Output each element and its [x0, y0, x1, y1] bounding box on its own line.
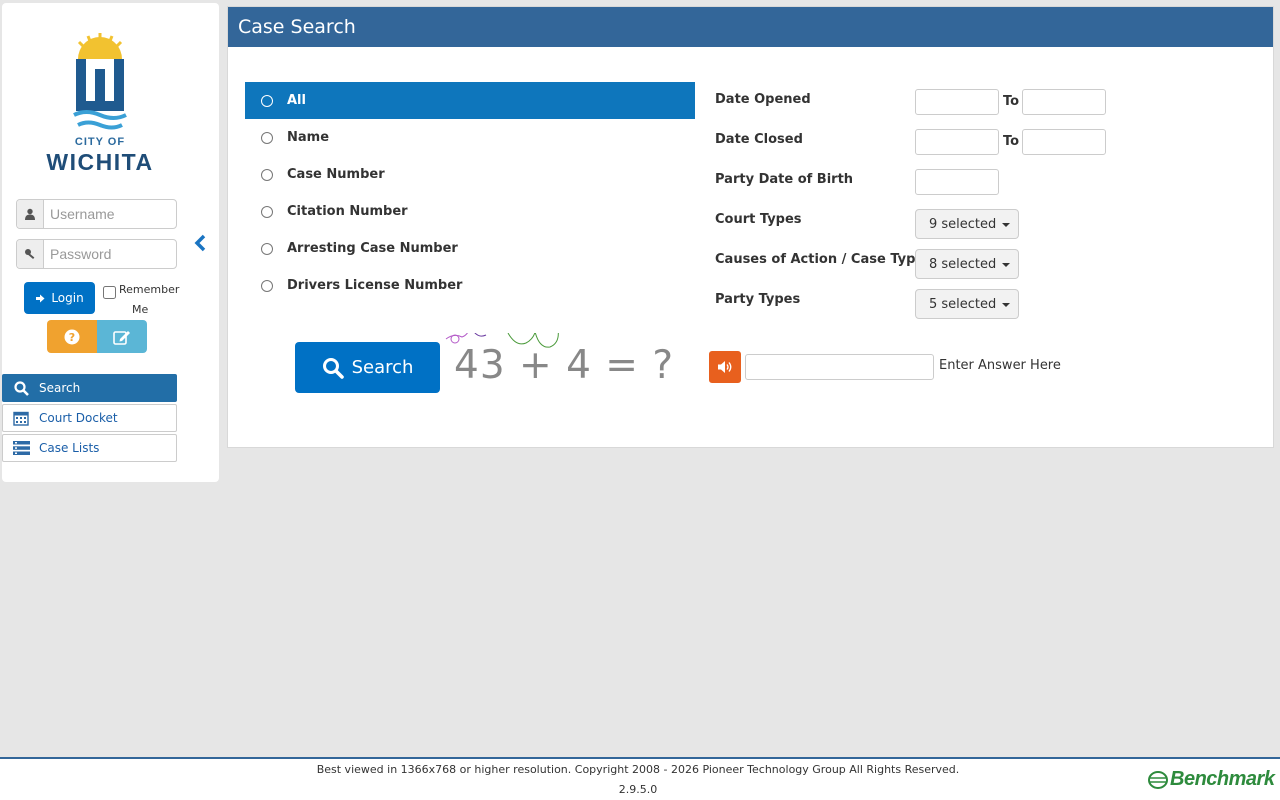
login-button[interactable]: Login: [24, 282, 95, 314]
login-label: Login: [51, 291, 84, 305]
search-type-label: Citation Number: [287, 204, 408, 219]
search-icon: [3, 380, 39, 396]
copyright-text: Best viewed in 1366x768 or higher resolu…: [316, 763, 960, 776]
search-button-label: Search: [351, 357, 414, 378]
username-input[interactable]: [44, 200, 176, 228]
radio-icon: [261, 279, 273, 292]
search-type-label: Arresting Case Number: [287, 241, 458, 256]
date-closed-label: Date Closed: [715, 132, 803, 147]
search-type-label: Drivers License Number: [287, 278, 463, 293]
remember-label-line1: Remember: [119, 283, 180, 296]
search-button[interactable]: Search: [295, 342, 440, 393]
sidebar: CITY OF WICHITA Login Remember Me ? Sear…: [2, 3, 219, 482]
search-type-label: Case Number: [287, 167, 385, 182]
page-title: Case Search: [228, 7, 1273, 47]
captcha-text: 43 + 4 = ?: [454, 343, 675, 388]
nav-case-lists[interactable]: Case Lists: [2, 434, 177, 462]
edit-icon: [113, 330, 130, 345]
party-types-value: 5 selected: [929, 296, 997, 312]
caret-down-icon: [1002, 263, 1011, 267]
date-opened-from-input[interactable]: [915, 89, 999, 115]
court-types-value: 9 selected: [929, 216, 997, 232]
date-closed-from-input[interactable]: [915, 129, 999, 155]
search-type-name[interactable]: Name: [245, 119, 695, 156]
svg-text:?: ?: [69, 331, 75, 344]
search-type-drivers-license[interactable]: Drivers License Number: [245, 267, 695, 304]
footer: Best viewed in 1366x768 or higher resolu…: [0, 757, 1280, 800]
remember-label-line2: Me: [132, 303, 149, 316]
user-icon: [17, 200, 44, 228]
nav-search-label: Search: [39, 381, 81, 395]
date-opened-label: Date Opened: [715, 92, 811, 107]
logo-city-of: CITY OF: [74, 136, 126, 148]
search-icon: [322, 357, 344, 379]
party-types-label: Party Types: [715, 292, 801, 307]
caret-down-icon: [1002, 303, 1011, 307]
volume-icon: [718, 361, 732, 373]
party-dob-input[interactable]: [915, 169, 999, 195]
register-button[interactable]: [97, 320, 147, 353]
causes-dropdown[interactable]: 8 selected: [915, 249, 1019, 279]
radio-icon: [261, 168, 273, 181]
radio-icon: [261, 94, 273, 107]
causes-value: 8 selected: [929, 256, 997, 272]
chevron-left-icon: [194, 234, 206, 252]
search-type-citation-number[interactable]: Citation Number: [245, 193, 695, 230]
benchmark-globe-icon: [1148, 770, 1168, 789]
collapse-sidebar-button[interactable]: [190, 231, 210, 255]
search-type-arresting-case-number[interactable]: Arresting Case Number: [245, 230, 695, 267]
caret-down-icon: [1002, 223, 1011, 227]
password-group: [16, 239, 177, 269]
captcha-audio-button[interactable]: [709, 351, 741, 383]
username-group: [16, 199, 177, 229]
causes-label: Causes of Action / Case Types: [715, 252, 932, 267]
sign-in-icon: [36, 294, 45, 302]
radio-icon: [261, 242, 273, 255]
password-input[interactable]: [44, 240, 176, 268]
to-label: To: [1003, 134, 1020, 149]
benchmark-logo: Benchmark: [1148, 768, 1275, 791]
nav-court-docket[interactable]: Court Docket: [2, 404, 177, 432]
date-opened-to-input[interactable]: [1022, 89, 1106, 115]
to-label: To: [1003, 94, 1020, 109]
date-closed-to-input[interactable]: [1022, 129, 1106, 155]
case-search-panel: Case Search All Name Case Number Citatio…: [227, 6, 1274, 448]
calendar-icon: [3, 410, 39, 426]
nav-search[interactable]: Search: [2, 374, 177, 402]
party-dob-label: Party Date of Birth: [715, 172, 854, 187]
captcha-answer-label: Enter Answer Here: [939, 358, 1061, 373]
logo-wichita: WICHITA: [46, 149, 154, 175]
help-button[interactable]: ?: [47, 320, 97, 353]
version-text: 2.9.5.0: [618, 783, 658, 796]
captcha-image: 43 + 4 = ?: [442, 333, 673, 393]
court-types-label: Court Types: [715, 212, 802, 227]
question-icon: ?: [64, 329, 80, 344]
search-type-label: All: [287, 93, 306, 108]
search-type-label: Name: [287, 130, 330, 145]
court-types-dropdown[interactable]: 9 selected: [915, 209, 1019, 239]
remember-me-checkbox[interactable]: [103, 286, 116, 299]
nav-court-docket-label: Court Docket: [39, 411, 118, 425]
key-icon: [17, 240, 44, 268]
city-logo-mark: [73, 33, 127, 130]
city-logo: CITY OF WICHITA: [30, 31, 170, 176]
list-icon: [3, 441, 39, 455]
party-types-dropdown[interactable]: 5 selected: [915, 289, 1019, 319]
captcha-answer-input[interactable]: [745, 354, 934, 380]
search-type-case-number[interactable]: Case Number: [245, 156, 695, 193]
benchmark-brand-text: Benchmark: [1170, 768, 1275, 790]
radio-icon: [261, 205, 273, 218]
nav-case-lists-label: Case Lists: [39, 441, 100, 455]
search-type-all[interactable]: All: [245, 82, 695, 119]
radio-icon: [261, 131, 273, 144]
